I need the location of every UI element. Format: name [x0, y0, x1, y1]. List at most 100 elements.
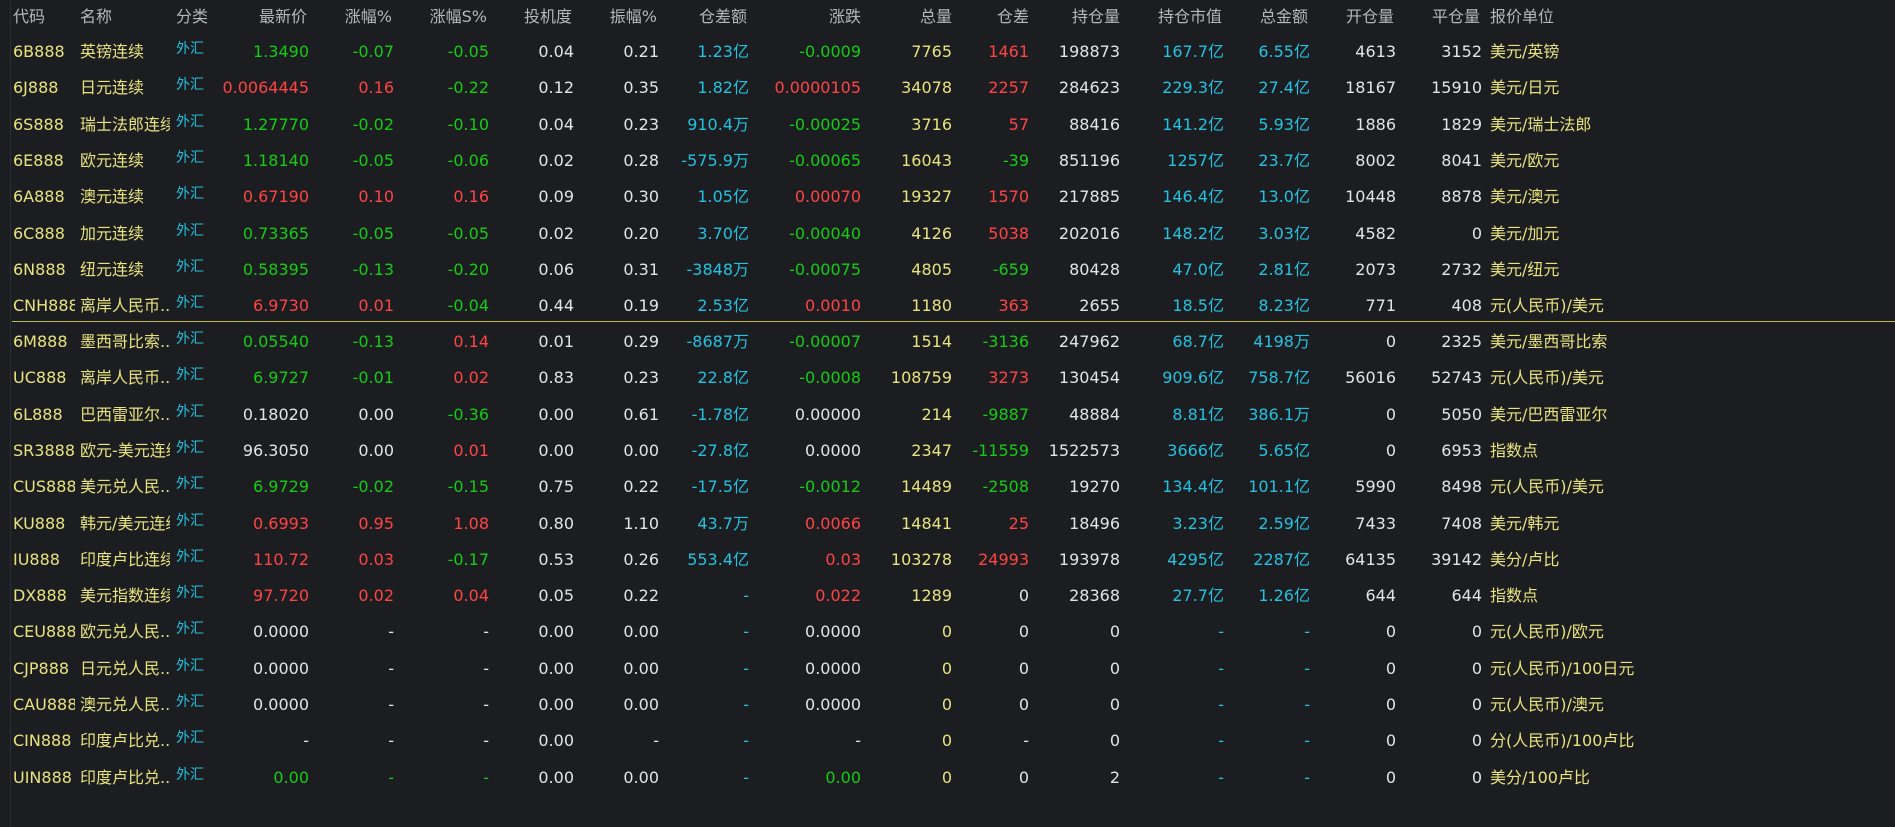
table-row[interactable]: DX888 美元指数连续 外汇 97.720 0.02 0.04 0.05 0.22 - 0.02…	[0, 578, 1895, 614]
cell-turnover: -	[1304, 658, 1310, 678]
cell-speculation: 0.53	[538, 549, 574, 569]
header-oi-value[interactable]: 持仓市值	[1121, 0, 1222, 34]
table-row[interactable]: UC888 离岸人民币... 外汇 6.9727 -0.01 0.02 0.83 0.23 22…	[0, 360, 1895, 396]
table-row[interactable]: CNH888 离岸人民币... 外汇 6.9730 0.01 -0.04 0.44 0.19 2…	[0, 288, 1895, 324]
cell-name: 日元连续	[80, 78, 145, 98]
cell-oi-change: 24993	[978, 549, 1029, 569]
table-row[interactable]: IU888 印度卢比连续 外汇 110.72 0.03 -0.17 0.53 0.26 553.…	[0, 542, 1895, 578]
table-row[interactable]: UIN888 印度卢比兑... 外汇 0.00 - - 0.00 0.00 - 0.00 0 0 2 - -…	[0, 760, 1895, 796]
cell-amplitude: 0.31	[623, 259, 659, 279]
cell-change-s-pct: 1.08	[453, 513, 489, 533]
cell-category: 外汇	[176, 439, 204, 456]
cell-change-pct: 0.01	[358, 296, 394, 316]
cell-open-interest: 48884	[1069, 404, 1120, 424]
cell-change-pct: -0.13	[352, 259, 394, 279]
cell-change: 0.0066	[805, 513, 861, 533]
cell-category: 外汇	[176, 367, 204, 384]
cell-oi-change-amount: -	[743, 767, 749, 787]
header-amplitude[interactable]: 振幅%	[575, 0, 657, 34]
header-oi-change[interactable]: 仓差	[953, 0, 1029, 34]
cell-speculation: 0.75	[538, 477, 574, 497]
cell-open-volume: 8002	[1355, 150, 1396, 170]
header-open-volume[interactable]: 开仓量	[1311, 0, 1394, 34]
header-name[interactable]: 名称	[80, 0, 190, 34]
header-change-pct[interactable]: 涨幅%	[310, 0, 392, 34]
cell-code: CAU888	[13, 695, 75, 714]
cell-code: SR3888	[13, 440, 75, 460]
table-row[interactable]: 6S888 瑞士法郎连续 外汇 1.27770 -0.02 -0.10 0.04 0.23 91…	[0, 107, 1895, 143]
header-quote-unit[interactable]: 报价单位	[1490, 0, 1600, 34]
table-row[interactable]: CIN888 印度卢比兑... 外汇 - - - 0.00 - - - 0 - 0 - - 0 0 分(人民币)/…	[0, 723, 1895, 759]
cell-quote-unit: 美元/纽元	[1490, 259, 1560, 279]
header-last-price[interactable]: 最新价	[216, 0, 307, 34]
header-volume[interactable]: 总量	[862, 0, 952, 34]
cell-code: CUS888	[13, 477, 75, 497]
cell-volume: 19327	[901, 187, 952, 207]
header-change-s-pct[interactable]: 涨幅S%	[395, 0, 487, 34]
table-row[interactable]: 6J888 日元连续 外汇 0.0064445 0.16 -0.22 0.12 0.35 1.8…	[0, 70, 1895, 106]
table-row[interactable]: CAU888 澳元兑人民... 外汇 0.0000 - - 0.00 0.00 - 0.0000 0…	[0, 687, 1895, 723]
cell-open-interest: 80428	[1069, 259, 1120, 279]
table-row[interactable]: SR3888欧元-美元连续外汇 96.3050 0.00 0.01 0.00 0.00 -2…	[0, 433, 1895, 469]
cell-close-volume: 8041	[1441, 150, 1482, 170]
cell-last-price: 0.00	[273, 767, 309, 787]
cell-volume: 14489	[901, 477, 952, 497]
table-row[interactable]: 6A888 澳元连续 外汇 0.67190 0.10 0.16 0.09 0.30 1.05亿 0…	[0, 179, 1895, 215]
cell-close-volume: 1829	[1441, 114, 1482, 134]
header-speculation[interactable]: 投机度	[490, 0, 572, 34]
cell-change-pct: -0.01	[352, 368, 394, 388]
cell-open-interest: 0	[1109, 731, 1120, 751]
cell-oi-change-amount: 1.05亿	[697, 187, 749, 207]
table-row[interactable]: CUS888 美元兑人民... 外汇 6.9729 -0.02 -0.15 0.75 0.22…	[0, 469, 1895, 505]
cell-turnover: 101.1亿	[1248, 477, 1310, 497]
cell-category: 外汇	[176, 730, 204, 747]
table-row[interactable]: KU888 韩元/美元连续外汇 0.6993 0.95 1.08 0.80 1.10 43.7…	[0, 506, 1895, 542]
cell-open-volume: 5990	[1355, 477, 1396, 497]
cell-speculation: 0.06	[538, 259, 574, 279]
cell-volume: 4126	[911, 223, 952, 243]
cell-category: 外汇	[176, 766, 204, 783]
cell-category: 外汇	[176, 295, 204, 312]
table-row[interactable]: CJP888 日元兑人民... 外汇 0.0000 - - 0.00 0.00 - 0.0000 0…	[0, 651, 1895, 687]
header-change[interactable]: 涨跌	[750, 0, 861, 34]
header-open-interest[interactable]: 持仓量	[1030, 0, 1120, 34]
cell-open-interest: 1522573	[1048, 440, 1120, 460]
cell-turnover: -	[1304, 731, 1310, 751]
cell-oi-change: -39	[1002, 150, 1029, 170]
cell-change-s-pct: -0.10	[447, 114, 489, 134]
cell-open-interest: 0	[1109, 658, 1120, 678]
cell-name: 欧元-美元连续	[80, 440, 170, 460]
cell-volume: 0	[941, 622, 952, 642]
header-close-volume[interactable]: 平仓量	[1397, 0, 1480, 34]
cell-speculation: 0.80	[538, 513, 574, 533]
table-row[interactable]: 6L888 巴西雷亚尔... 外汇 0.18020 0.00 -0.36 0.00 0.61 -…	[0, 397, 1895, 433]
cell-change-s-pct: 0.02	[453, 368, 489, 388]
cell-change: -0.0008	[799, 368, 861, 388]
header-oi-change-amount[interactable]: 仓差额	[660, 0, 747, 34]
table-row[interactable]: 6C888 加元连续 外汇 0.73365 -0.05 -0.05 0.02 0.20 3.70…	[0, 216, 1895, 252]
cell-oi-change: -11559	[972, 440, 1029, 460]
cell-oi-value: -	[1218, 658, 1224, 678]
table-row[interactable]: CEU888 欧元兑人民... 外汇 0.0000 - - 0.00 0.00 - 0.0000 0…	[0, 614, 1895, 650]
cell-oi-change-amount: -3848万	[686, 259, 750, 279]
cell-volume: 1289	[911, 586, 952, 606]
cell-category: 外汇	[176, 41, 204, 57]
cell-volume: 4805	[911, 259, 952, 279]
cell-turnover: 1.26亿	[1258, 586, 1310, 606]
cell-category: 外汇	[176, 149, 204, 166]
cell-code: UC888	[13, 368, 67, 388]
cell-change: -0.00007	[789, 332, 861, 351]
cell-last-price: 6.9727	[253, 368, 309, 388]
table-row[interactable]: 6B888 英镑连续 外汇 1.3490 -0.07 -0.05 0.04 0.21 1.23亿…	[0, 34, 1895, 70]
table-row[interactable]: 6E888 欧元连续 外汇 1.18140 -0.05 -0.06 0.02 0.28 -575…	[0, 143, 1895, 179]
cell-quote-unit: 美元/瑞士法郎	[1490, 114, 1592, 134]
cell-code: UIN888	[13, 767, 72, 787]
cell-oi-value: 141.2亿	[1162, 114, 1224, 134]
header-turnover[interactable]: 总金额	[1225, 0, 1308, 34]
cell-oi-value: 148.2亿	[1162, 223, 1224, 243]
cell-amplitude: 0.21	[623, 42, 659, 61]
cell-turnover: 5.93亿	[1258, 114, 1310, 134]
cell-speculation: 0.00	[538, 622, 574, 642]
table-row[interactable]: 6M888 墨西哥比索... 外汇 0.05540 -0.13 0.14 0.01 0.29 -…	[0, 324, 1895, 360]
table-row[interactable]: 6N888 纽元连续 外汇 0.58395 -0.13 -0.20 0.06 0.31 -384…	[0, 252, 1895, 288]
